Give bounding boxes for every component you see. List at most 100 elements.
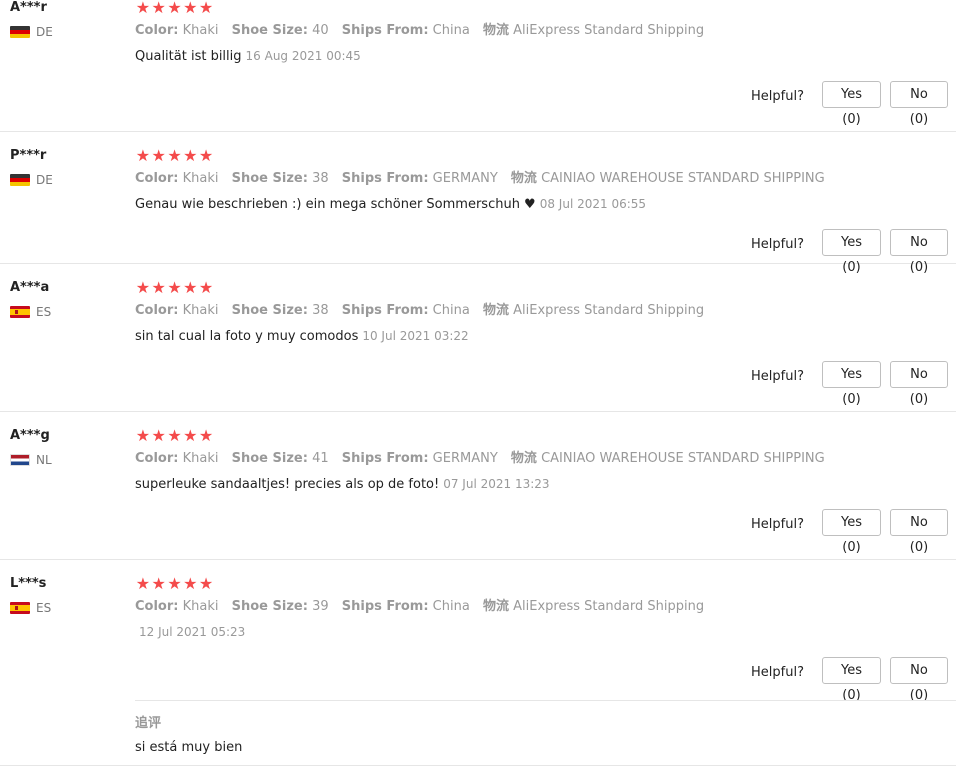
ships-from-attr: Ships From: China [341,303,470,318]
star-icon: ★ [183,426,198,445]
helpful-label: Helpful? [751,369,804,384]
star-icon: ★ [151,426,166,445]
color-attr: Color: Khaki [135,599,219,614]
star-icon: ★ [135,146,151,165]
helpful-yes-button[interactable]: Yes (0) [822,509,881,555]
ships-from-attr: Ships From: China [341,599,470,614]
helpful-bar: Helpful? Yes (0) No (0) [751,229,948,275]
helpful-no-button[interactable]: No (0) [890,657,948,703]
spain-flag-icon [10,306,30,318]
reviewer-info: P***r DE [10,148,120,187]
star-icon: ★ [183,0,198,17]
review-text: Genau wie beschrieben :) ein mega schöne… [135,196,956,213]
star-icon: ★ [135,574,151,593]
reviewer-info: L***s ES [10,576,120,615]
star-icon: ★ [135,278,151,297]
helpful-yes-button[interactable]: Yes (0) [822,81,881,127]
color-attr: Color: Khaki [135,171,219,186]
helpful-label: Helpful? [751,517,804,532]
order-attributes: Color: Khaki Shoe Size: 39 Ships From: C… [135,599,956,615]
star-icon: ★ [151,574,166,593]
color-attr: Color: Khaki [135,451,219,466]
flag-emblem [15,606,18,610]
review-item: A***g NL ★★★★★ Color: Khaki Shoe Size: 4… [0,412,956,560]
star-icon: ★ [151,146,166,165]
star-icon: ★ [167,278,182,297]
helpful-bar: Helpful? Yes (0) No (0) [751,81,948,127]
star-rating: ★★★★★ [135,576,956,592]
reviews-list: A***r DE ★★★★★ Color: Khaki Shoe Size: 4… [0,0,972,766]
divider [135,700,956,701]
star-icon: ★ [167,574,182,593]
review-content: ★★★★★ Color: Khaki Shoe Size: 41 Ships F… [135,428,956,493]
netherlands-flag-icon [10,454,30,466]
shoe-size-attr: Shoe Size: 38 [231,303,329,318]
color-attr: Color: Khaki [135,23,219,38]
review-date: 16 Aug 2021 00:45 [245,49,361,63]
star-icon: ★ [151,278,166,297]
helpful-no-button[interactable]: No (0) [890,81,948,127]
review-comment: Genau wie beschrieben :) ein mega schöne… [135,197,536,212]
star-rating: ★★★★★ [135,280,956,296]
helpful-no-button[interactable]: No (0) [890,509,948,555]
color-attr: Color: Khaki [135,303,219,318]
reviewer-name: P***r [10,148,47,163]
helpful-yes-button[interactable]: Yes (0) [822,361,881,407]
order-attributes: Color: Khaki Shoe Size: 38 Ships From: G… [135,171,956,187]
review-content: ★★★★★ Color: Khaki Shoe Size: 39 Ships F… [135,576,956,641]
helpful-yes-button[interactable]: Yes (0) [822,229,881,275]
review-date: 08 Jul 2021 06:55 [539,197,647,211]
review-comment: superleuke sandaaltjes! precies als op d… [135,477,440,492]
reviewer-country: DE [10,173,120,187]
review-content: ★★★★★ Color: Khaki Shoe Size: 38 Ships F… [135,280,956,345]
ships-from-attr: Ships From: GERMANY [341,171,498,186]
order-attributes: Color: Khaki Shoe Size: 41 Ships From: G… [135,451,956,467]
logistics-attr: 物流 AliExpress Standard Shipping [482,303,705,318]
shoe-size-attr: Shoe Size: 38 [231,171,329,186]
star-icon: ★ [198,426,214,445]
reviewer-country: DE [10,25,120,39]
flag-emblem [15,310,18,314]
star-icon: ★ [198,278,214,297]
helpful-label: Helpful? [751,665,804,680]
review-comment: Qualität ist billig [135,49,242,64]
reviewer-name: A***a [10,280,50,295]
star-rating: ★★★★★ [135,0,956,16]
logistics-attr: 物流 AliExpress Standard Shipping [482,599,705,614]
ships-from-attr: Ships From: GERMANY [341,451,498,466]
additional-review-title: 追评 [135,716,162,731]
review-comment: sin tal cual la foto y muy comodos [135,329,359,344]
helpful-no-button[interactable]: No (0) [890,361,948,407]
review-item: A***r DE ★★★★★ Color: Khaki Shoe Size: 4… [0,0,956,132]
review-date: 10 Jul 2021 03:22 [362,329,469,343]
star-icon: ★ [183,574,198,593]
helpful-yes-button[interactable]: Yes (0) [822,657,881,703]
star-icon: ★ [167,426,182,445]
star-rating: ★★★★★ [135,428,956,444]
review-content: ★★★★★ Color: Khaki Shoe Size: 38 Ships F… [135,148,956,213]
helpful-label: Helpful? [751,237,804,252]
helpful-no-button[interactable]: No (0) [890,229,948,275]
reviewer-info: A***a ES [10,280,120,319]
helpful-bar: Helpful? Yes (0) No (0) [751,361,948,407]
helpful-label: Helpful? [751,89,804,104]
star-icon: ★ [198,146,214,165]
reviewer-country: NL [10,453,120,467]
star-icon: ★ [167,146,182,165]
review-text: 12 Jul 2021 05:23 [135,624,956,641]
additional-review-text: si está muy bien [135,740,243,755]
review-text: Qualität ist billig 16 Aug 2021 00:45 [135,48,956,65]
logistics-attr: 物流 CAINIAO WAREHOUSE STANDARD SHIPPING [510,171,825,186]
reviewer-info: A***r DE [10,0,120,39]
star-icon: ★ [135,0,151,17]
reviewer-name: A***g [10,428,50,443]
country-code: DE [36,173,53,187]
review-date: 07 Jul 2021 13:23 [443,477,550,491]
review-text: superleuke sandaaltjes! precies als op d… [135,476,956,493]
country-code: DE [36,25,53,39]
order-attributes: Color: Khaki Shoe Size: 40 Ships From: C… [135,23,956,39]
logistics-attr: 物流 CAINIAO WAREHOUSE STANDARD SHIPPING [510,451,825,466]
star-icon: ★ [151,0,166,17]
shoe-size-attr: Shoe Size: 40 [231,23,329,38]
helpful-bar: Helpful? Yes (0) No (0) [751,657,948,703]
